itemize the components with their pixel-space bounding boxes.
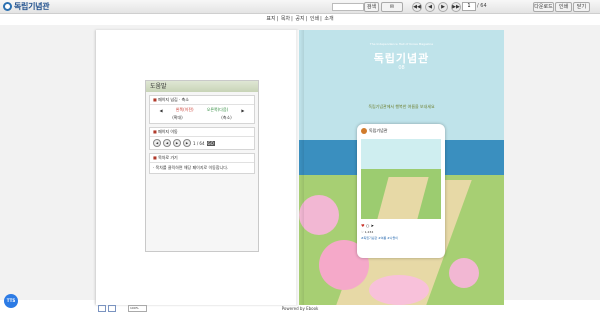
search-input[interactable] [332, 3, 364, 11]
page-number-input[interactable]: 1 [462, 2, 476, 11]
help-panel: 도움말 ■ 페이지 넘김 · 축소 ◀ 왼쪽(이전) 오른쪽(다음) ▶ (확대… [145, 80, 259, 252]
help-section-title: ■ 목차로 가기 [150, 154, 254, 163]
post-image [361, 139, 441, 219]
help-text-right: 오른쪽(다음) [206, 107, 229, 112]
heart-icon: ♥ [361, 223, 365, 228]
last-icon: ▶▶ [452, 4, 460, 10]
flower-illustration [369, 275, 429, 305]
right-page-cover[interactable]: The Independence Hall of Korea Magazine … [299, 30, 504, 305]
print-button[interactable]: 인쇄 [555, 2, 572, 12]
first-page-button[interactable]: ◀◀ [412, 2, 422, 12]
help-toc-text: · 목차를 클릭하면 해당 페이지로 이동합니다. [153, 165, 229, 170]
prev-page-button[interactable]: ◀ [425, 2, 435, 12]
menu-item-print[interactable]: 인쇄 [310, 16, 319, 22]
post-action-icons: ♥ ○ ➤ [361, 223, 441, 228]
help-section-title: ■ 페이지 이동 [150, 128, 254, 137]
next-icon: ▶ [173, 139, 181, 147]
search-button[interactable]: 검색 [364, 2, 379, 12]
help-section-page-move: ■ 페이지 이동 ◀ ◀ ▶ ▶ 1 / 64 GO [149, 127, 255, 150]
magazine-title: 독립기념관 [373, 52, 430, 65]
go-label: GO [206, 140, 215, 146]
post-likes: ♡ 1,234 [361, 230, 374, 234]
share-icon: ➤ [370, 223, 375, 228]
powered-by: Powered by Ebook [281, 306, 319, 311]
last-icon: ▶ [183, 139, 191, 147]
help-section-navigation: ■ 페이지 넘김 · 축소 ◀ 왼쪽(이전) 오른쪽(다음) ▶ (확대) (축… [149, 95, 255, 124]
left-arrow-icon: ◀ [159, 107, 163, 113]
menu-item-intro[interactable]: 소개 [324, 16, 333, 22]
menu-item-cover[interactable]: 표지 [266, 16, 275, 22]
magazine-issue: 08 [398, 65, 405, 71]
first-icon: ◀ [153, 139, 161, 147]
post-caption: #독립기념관 #여름 #나들이 [361, 236, 399, 240]
comment-icon: ○ [365, 223, 370, 228]
right-arrow-icon: ▶ [241, 107, 245, 113]
prev-icon: ◀ [428, 4, 432, 10]
logo[interactable]: 독립기념관 [3, 1, 50, 12]
magazine-subtitle: The Independence Hall of Korea Magazine [369, 42, 434, 46]
avatar [361, 127, 367, 134]
social-post-card: 독립기념관 ♥ ○ ➤ ♡ 1,234 #독립기념관 #여름 #나들이 [357, 124, 445, 258]
flower-illustration [449, 258, 479, 288]
prev-icon: ◀ [163, 139, 171, 147]
last-page-button[interactable]: ▶▶ [451, 2, 461, 12]
next-page-button[interactable]: ▶ [438, 2, 448, 12]
zoom-out-text: (축소) [221, 115, 232, 120]
page-total: / 64 [477, 3, 487, 9]
chat-icon: ✉ [389, 4, 395, 10]
help-text-left: 왼쪽(이전) [175, 107, 194, 112]
page-example: 1 / 64 [193, 140, 205, 146]
top-menu: 표지| 목차| 공지| 인쇄| 소개 [266, 16, 334, 22]
download-button[interactable]: 다운로드 [533, 2, 554, 12]
help-title: 도움말 [146, 81, 258, 92]
top-toolbar: 독립기념관 검색 ✉ ◀◀ ◀ ▶ ▶▶ 1 / 64 다운로드 인쇄 닫기 [0, 0, 600, 14]
help-section-title: ■ 페이지 넘김 · 축소 [150, 96, 254, 105]
next-icon: ▶ [441, 4, 445, 10]
share-button[interactable]: ✉ [381, 2, 403, 12]
close-button[interactable]: 닫기 [573, 2, 590, 12]
flower-illustration [299, 195, 339, 235]
logo-text: 독립기념관 [14, 2, 50, 11]
first-icon: ◀◀ [413, 4, 421, 10]
logo-icon [3, 2, 12, 11]
menu-item-toc[interactable]: 목차 [281, 16, 290, 22]
post-author: 독립기념관 [369, 127, 388, 133]
magazine-slogan: 독립기념관에서 행복한 여름을 보내세요 [368, 104, 435, 109]
zoom-in-text: (확대) [172, 115, 183, 120]
book-spine [296, 30, 304, 305]
menu-item-notice[interactable]: 공지 [295, 16, 304, 22]
help-section-toc: ■ 목차로 가기 · 목차를 클릭하면 해당 페이지로 이동합니다. [149, 153, 255, 174]
